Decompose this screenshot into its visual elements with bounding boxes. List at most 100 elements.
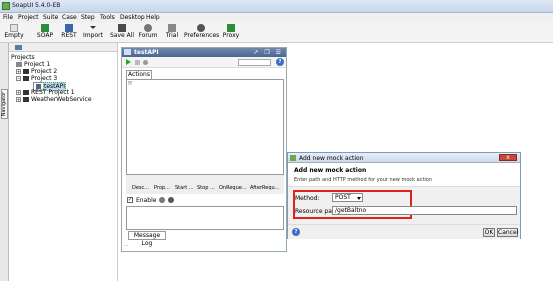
rest-button[interactable]: REST <box>58 23 80 43</box>
mock-buttons-row: Desc... Prop... Start ... Stop ... OnReq… <box>126 184 284 194</box>
folder-icon <box>23 97 29 102</box>
tree-header <box>9 43 117 52</box>
tree-item-project-3[interactable]: − Project 3 <box>16 75 57 82</box>
dialog-subheading: Enter path and HTTP method for your new … <box>294 177 433 183</box>
add-mock-action-dialog: Add new mock action x Add new mock actio… <box>287 152 521 239</box>
folder-icon <box>23 69 29 74</box>
actions-list: !! <box>126 79 284 175</box>
empty-button[interactable]: Empty <box>2 23 26 43</box>
preferences-button[interactable]: Preferences <box>184 23 220 43</box>
panel-title: testAPI <box>134 49 159 56</box>
mock-service-icon <box>124 49 131 55</box>
folder-icon <box>23 90 29 95</box>
tree-root-label: Projects <box>11 54 35 61</box>
proxy-label: Proxy <box>222 32 240 39</box>
clear-log-icon[interactable] <box>159 197 165 203</box>
save-all-button[interactable]: Save All <box>108 23 136 43</box>
play-icon[interactable] <box>126 59 131 65</box>
help-icon[interactable]: ? <box>292 228 300 236</box>
navigator-tab-label: Navigator <box>1 91 8 117</box>
proxy-button[interactable]: Proxy <box>220 23 242 43</box>
close-button[interactable]: x <box>499 154 517 161</box>
trial-icon <box>168 24 176 32</box>
dialog-title: Add new mock action <box>299 155 364 162</box>
menu-suite[interactable]: Suite <box>43 14 58 21</box>
forum-icon <box>144 24 152 32</box>
expand-icon[interactable]: + <box>16 69 21 74</box>
window-title: SoapUI 5.4.0-EB <box>12 2 61 9</box>
menu-project[interactable]: Project <box>18 14 39 21</box>
menu-step[interactable]: Step <box>81 14 95 21</box>
panel-search-field[interactable] <box>238 59 271 66</box>
tree-item-weatherwebservice[interactable]: + WeatherWebService <box>16 96 92 103</box>
gear-icon[interactable] <box>168 197 174 203</box>
trial-button[interactable]: Trial <box>161 23 183 43</box>
forum-button[interactable]: Forum <box>137 23 159 43</box>
navigator-strip: Navigator <box>0 43 9 281</box>
title-bar: SoapUI 5.4.0-EB <box>0 0 553 13</box>
navigator-tab[interactable]: Navigator <box>1 89 8 119</box>
method-select[interactable]: POST <box>332 193 363 202</box>
start-script-button[interactable]: Start ... <box>175 185 194 191</box>
panel-spacer <box>126 175 284 184</box>
trial-label: Trial <box>165 32 179 39</box>
tree-item-label: Project 2 <box>31 68 58 75</box>
properties-button[interactable]: Prop... <box>154 185 170 191</box>
ok-button[interactable]: OK <box>483 228 495 237</box>
afterrequest-button[interactable]: AfterRequ... <box>250 185 279 191</box>
empty-label: Empty <box>4 32 24 39</box>
enable-label: Enable <box>136 197 157 204</box>
dialog-header: Add new mock action Enter path and HTTP … <box>288 164 520 187</box>
stop-script-button[interactable]: Stop ... <box>197 185 215 191</box>
onrequest-button[interactable]: OnReque... <box>219 185 247 191</box>
import-icon <box>90 26 96 29</box>
mock-service-panel: testAPI ↗ ❐ ☰ ? Actions !! Desc... Prop.… <box>121 47 287 252</box>
message-log-tab[interactable]: Message Log <box>128 231 166 247</box>
enable-row: ✓ Enable <box>126 196 284 205</box>
dialog-body: Method: POST Resource path: /getBaltno <box>288 187 520 224</box>
tree-item-label: REST Project 1 <box>31 89 75 96</box>
folder-icon <box>16 62 22 67</box>
soap-button[interactable]: SOAP <box>34 23 56 43</box>
expand-icon[interactable]: + <box>16 97 21 102</box>
cancel-button[interactable]: Cancel <box>497 228 518 237</box>
method-value: POST <box>335 194 351 201</box>
expand-icon[interactable]: + <box>16 90 21 95</box>
soapui-app-icon <box>2 2 10 10</box>
project-tree: Projects Project 1 + Project 2 − Project 3… <box>9 43 118 281</box>
panel-toolbar: ? <box>122 57 286 68</box>
tree-item-project-1[interactable]: Project 1 <box>16 61 50 68</box>
soapui-window: SoapUI 5.4.0-EB File Project Suite Case … <box>0 0 553 281</box>
dialog-title-bar: Add new mock action x <box>288 153 520 163</box>
soapui-app-icon <box>290 155 296 161</box>
import-button[interactable]: Import <box>81 23 105 43</box>
enable-checkbox[interactable]: ✓ <box>127 197 133 203</box>
dialog-heading: Add new mock action <box>294 167 367 174</box>
panel-window-controls[interactable]: ↗ ❐ ☰ <box>253 49 283 56</box>
save-all-icon <box>118 24 126 32</box>
options-icon[interactable] <box>143 60 148 65</box>
menu-bar: File Project Suite Case Step Tools Deskt… <box>0 13 553 23</box>
menu-case[interactable]: Case <box>62 14 77 21</box>
menu-tools[interactable]: Tools <box>100 14 115 21</box>
folder-icon <box>23 76 29 81</box>
empty-project-icon <box>10 24 18 32</box>
collapse-icon[interactable]: − <box>16 76 21 81</box>
menu-desktop[interactable]: Desktop <box>120 14 145 21</box>
rest-icon <box>65 24 73 32</box>
proxy-icon <box>227 24 235 32</box>
preferences-label: Preferences <box>184 32 220 39</box>
soap-label: SOAP <box>36 32 54 39</box>
tab-actions[interactable]: Actions <box>126 70 152 79</box>
tree-root-projects[interactable]: Projects <box>11 54 35 61</box>
help-icon[interactable]: ? <box>276 58 284 66</box>
desc-button[interactable]: Desc... <box>132 185 149 191</box>
tree-item-label: Project 3 <box>31 75 58 82</box>
resource-path-input[interactable]: /getBaltno <box>332 206 517 215</box>
tree-item-project-2[interactable]: + Project 2 <box>16 68 57 75</box>
stop-icon[interactable] <box>135 60 140 65</box>
tree-item-rest-project-1[interactable]: + REST Project 1 <box>16 89 75 96</box>
workspace-icon <box>15 45 22 50</box>
menu-help[interactable]: Help <box>146 14 160 21</box>
menu-file[interactable]: File <box>3 14 13 21</box>
